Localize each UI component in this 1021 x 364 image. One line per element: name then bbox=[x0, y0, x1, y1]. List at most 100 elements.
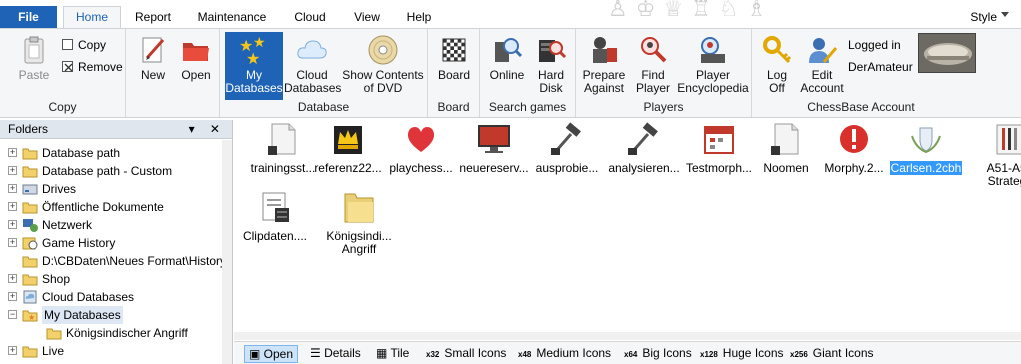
find-player-button[interactable]: Find Player bbox=[632, 32, 674, 100]
prepare-label-2: Against bbox=[583, 81, 625, 95]
copy-button[interactable]: Copy bbox=[62, 37, 106, 53]
giant-icons-tag: x256 bbox=[790, 350, 808, 359]
folders-header: Folders ▾ ✕ bbox=[0, 120, 232, 139]
show-dvd-contents-button[interactable]: Show Contents of DVD bbox=[341, 32, 425, 100]
expand-icon[interactable]: + bbox=[8, 184, 17, 193]
folder-tree-label: Database path - Custom bbox=[42, 164, 173, 178]
view-mode-bar: ▣ Open ☰ Details ▦ Tile x32 Small Icons x… bbox=[234, 341, 1021, 364]
folder-tree-item[interactable]: + Cloud Databases bbox=[0, 288, 222, 306]
new-button[interactable]: New bbox=[134, 32, 172, 100]
log-off-label-2: Off bbox=[769, 81, 785, 95]
find-player-label-1: Find bbox=[641, 68, 665, 82]
crest-icon bbox=[908, 122, 944, 156]
database-item[interactable]: ausprobie... bbox=[526, 122, 608, 175]
online-search-button[interactable]: Online bbox=[486, 32, 528, 100]
database-item[interactable]: playchess... bbox=[380, 122, 462, 175]
group-label-board: Board bbox=[437, 100, 470, 114]
folder-tree-item[interactable]: + Game History bbox=[0, 234, 222, 252]
view-open-label: Open bbox=[263, 347, 294, 361]
folder-tree-item[interactable]: − ★ My Databases bbox=[0, 306, 222, 324]
player-encyclopedia-button[interactable]: Player Encyclopedia bbox=[676, 32, 750, 100]
view-medium-icons-button[interactable]: x48 Medium Icons bbox=[514, 345, 615, 363]
folder-icon bbox=[22, 254, 38, 268]
view-giant-icons-button[interactable]: x256 Giant Icons bbox=[786, 345, 878, 363]
dvd-label-2: of DVD bbox=[363, 81, 403, 95]
view-small-icons-button[interactable]: x32 Small Icons bbox=[422, 345, 510, 363]
database-label: Königsindi... Angriff bbox=[326, 229, 392, 256]
cloud-label-2: Databases bbox=[284, 81, 342, 95]
folder-tree-item[interactable]: + Netzwerk bbox=[0, 216, 222, 234]
cloud-databases-button[interactable]: Cloud Databases bbox=[284, 32, 342, 100]
chevron-down-icon[interactable] bbox=[1001, 12, 1009, 17]
database-item[interactable]: A51-A52 Strategy bbox=[969, 122, 1021, 188]
expand-icon[interactable]: + bbox=[8, 202, 17, 211]
expand-icon[interactable]: + bbox=[8, 292, 17, 301]
tab-report[interactable]: Report bbox=[127, 7, 179, 28]
database-item[interactable]: Morphy.2... bbox=[813, 122, 895, 175]
tab-help[interactable]: Help bbox=[398, 7, 440, 28]
edit-account-label-1: Edit bbox=[811, 68, 833, 82]
player-encyclopedia-icon bbox=[697, 34, 729, 66]
database-item[interactable]: Carlsen.2cbh bbox=[885, 122, 967, 175]
folder-tree-item[interactable]: + Live bbox=[0, 342, 222, 360]
remove-button[interactable]: Remove bbox=[62, 59, 123, 75]
view-big-icons-button[interactable]: x64 Big Icons bbox=[620, 345, 696, 363]
database-item[interactable]: Clipdaten.... bbox=[234, 190, 316, 243]
tab-maintenance[interactable]: Maintenance bbox=[188, 7, 276, 28]
expand-icon[interactable]: + bbox=[8, 166, 17, 175]
database-label: neuereserv... bbox=[459, 161, 529, 175]
group-label-chessbase-account: ChessBase Account bbox=[807, 100, 915, 114]
folders-pane: Folders ▾ ✕ + Database path + Database path… bbox=[0, 120, 233, 364]
expand-icon[interactable]: + bbox=[8, 346, 17, 355]
folders-scrollbar[interactable] bbox=[222, 140, 232, 364]
prepare-label-1: Prepare bbox=[582, 68, 626, 82]
view-tile-button[interactable]: ▦ Tile bbox=[372, 345, 413, 363]
expand-icon[interactable]: + bbox=[8, 148, 17, 157]
database-item[interactable]: analysieren... bbox=[603, 122, 685, 175]
edit-account-button[interactable]: Edit Account bbox=[798, 32, 846, 100]
board-button[interactable]: Board bbox=[434, 32, 474, 100]
collapse-icon[interactable]: − bbox=[8, 310, 17, 319]
remove-label: Remove bbox=[78, 60, 123, 74]
folder-tree-item[interactable]: + Drives bbox=[0, 180, 222, 198]
databases-scrollbar[interactable] bbox=[234, 332, 1021, 340]
big-icons-tag: x64 bbox=[624, 350, 638, 359]
cloud-icon bbox=[296, 34, 328, 66]
folder-tree-item[interactable]: + Database path - Custom bbox=[0, 162, 222, 180]
folder-tree-item[interactable]: D:\CBDaten\Neues Format\History bbox=[0, 252, 226, 270]
folder-icon bbox=[341, 190, 377, 224]
my-databases-button[interactable]: ★ ★ ★ My Databases bbox=[225, 32, 283, 100]
tab-home[interactable]: Home bbox=[63, 6, 121, 28]
database-item[interactable]: referenz22... bbox=[307, 122, 389, 175]
svg-text:★: ★ bbox=[253, 34, 266, 50]
tab-view[interactable]: View bbox=[345, 7, 389, 28]
folder-tree-item[interactable]: + Öffentliche Dokumente bbox=[0, 198, 222, 216]
hard-disk-search-button[interactable]: Hard Disk bbox=[530, 32, 572, 100]
log-off-button[interactable]: Log Off bbox=[758, 32, 796, 100]
expand-icon[interactable]: + bbox=[8, 238, 17, 247]
tab-file[interactable]: File bbox=[0, 6, 57, 28]
folder-tree-item[interactable]: + Database path bbox=[0, 144, 222, 162]
database-item[interactable]: Königsindi... Angriff bbox=[318, 190, 400, 256]
database-item[interactable]: neuereserv... bbox=[453, 122, 535, 175]
log-off-label-1: Log bbox=[766, 68, 788, 82]
view-huge-icons-button[interactable]: x128 Huge Icons bbox=[696, 345, 788, 363]
folder-tree-item[interactable]: + Shop bbox=[0, 270, 222, 288]
star-folder-icon: ★ bbox=[22, 308, 38, 322]
folders-pane-controls[interactable]: ▾ ✕ bbox=[189, 120, 226, 139]
prepare-against-button[interactable]: Prepare Against bbox=[580, 32, 628, 100]
style-menu[interactable]: Style bbox=[970, 10, 997, 24]
paste-button[interactable]: Paste bbox=[12, 32, 56, 100]
avatar[interactable] bbox=[918, 33, 976, 73]
view-open-button[interactable]: ▣ Open bbox=[244, 345, 299, 363]
cloud-label-1: Cloud bbox=[296, 68, 328, 82]
ribbon-group-board: Board Board bbox=[428, 29, 480, 117]
open-button[interactable]: Open bbox=[176, 32, 216, 100]
view-giant-label: Giant Icons bbox=[812, 346, 874, 360]
folder-tree-item[interactable]: Königsindischer Angriff bbox=[0, 324, 222, 342]
view-details-button[interactable]: ☰ Details bbox=[306, 345, 365, 363]
expand-icon[interactable]: + bbox=[8, 274, 17, 283]
expand-icon[interactable]: + bbox=[8, 220, 17, 229]
edit-account-icon bbox=[806, 34, 838, 66]
tab-cloud[interactable]: Cloud bbox=[285, 7, 335, 28]
